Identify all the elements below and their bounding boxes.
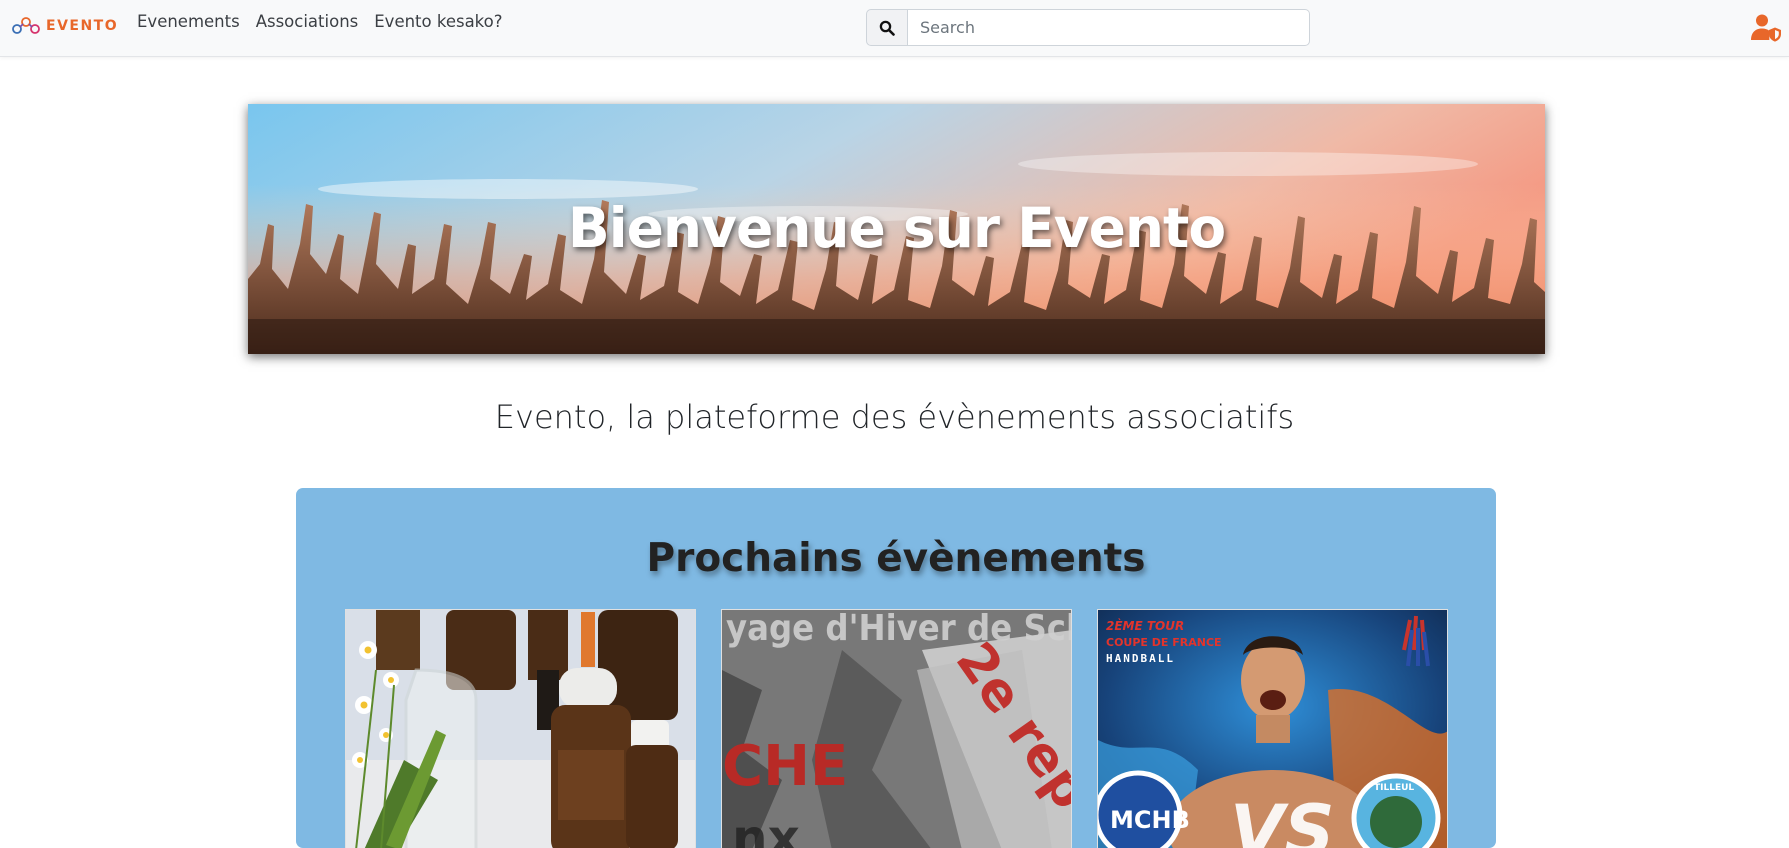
nav-link-evento-kesako[interactable]: Evento kesako? bbox=[374, 12, 502, 31]
user-account-button[interactable] bbox=[1750, 12, 1782, 44]
event-image-winter-trip: yage d'Hiver de Sch 2e rep CHE nx bbox=[722, 610, 1072, 848]
svg-text:2ÈME TOUR: 2ÈME TOUR bbox=[1106, 618, 1184, 633]
search-button[interactable] bbox=[866, 9, 908, 46]
event-card-2[interactable]: yage d'Hiver de Sch 2e rep CHE nx bbox=[721, 609, 1072, 848]
search-icon bbox=[879, 20, 895, 36]
user-shield-icon bbox=[1751, 14, 1781, 42]
top-navbar: EVENTO Evenements Associations Evento ke… bbox=[0, 0, 1789, 57]
tagline: Evento, la plateforme des évènements ass… bbox=[494, 398, 1295, 436]
svg-text:yage d'Hiver de Sch: yage d'Hiver de Sch bbox=[726, 610, 1072, 649]
svg-text:COUPE DE FRANCE: COUPE DE FRANCE bbox=[1106, 636, 1222, 649]
nav-link-evenements[interactable]: Evenements bbox=[137, 12, 240, 31]
search-input[interactable] bbox=[908, 9, 1310, 46]
svg-text:CHE: CHE bbox=[722, 734, 848, 799]
nav-link-associations[interactable]: Associations bbox=[256, 12, 359, 31]
evento-logo-icon bbox=[12, 17, 40, 34]
svg-text:TILLEUL: TILLEUL bbox=[1374, 783, 1414, 793]
svg-text:nx: nx bbox=[732, 809, 800, 848]
event-image-handball-match: 2ÈME TOUR COUPE DE FRANCE HANDBALL MCHB … bbox=[1098, 610, 1447, 848]
event-card-1[interactable] bbox=[345, 609, 696, 848]
svg-text:VS: VS bbox=[1230, 790, 1335, 848]
event-image-essential-oils bbox=[346, 610, 695, 848]
main-nav: Evenements Associations Evento kesako? bbox=[137, 12, 503, 31]
hero-title: Bienvenue sur Evento bbox=[567, 196, 1226, 260]
upcoming-events-section: Prochains évènements yage d'Hiver de Sch… bbox=[296, 488, 1496, 848]
svg-text:HANDBALL: HANDBALL bbox=[1106, 652, 1175, 665]
upcoming-events-title: Prochains évènements bbox=[646, 536, 1146, 581]
hero-banner: Bienvenue sur Evento bbox=[248, 104, 1545, 354]
brand-logo[interactable]: EVENTO bbox=[12, 13, 118, 39]
event-card-3[interactable]: 2ÈME TOUR COUPE DE FRANCE HANDBALL MCHB … bbox=[1097, 609, 1448, 848]
brand-name: EVENTO bbox=[46, 18, 119, 34]
svg-text:MCHB: MCHB bbox=[1110, 806, 1190, 834]
search-bar bbox=[866, 9, 1310, 46]
